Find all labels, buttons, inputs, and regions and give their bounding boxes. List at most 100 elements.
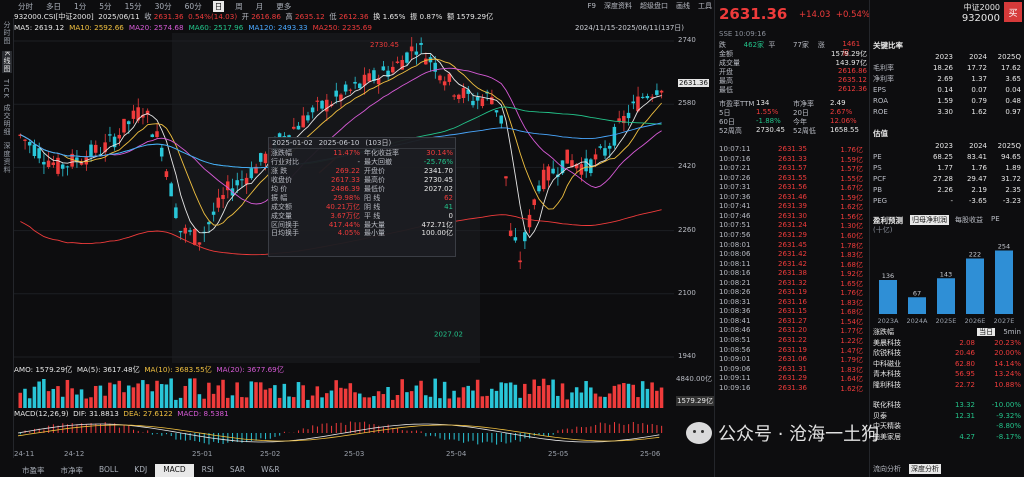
indicator-tab[interactable]: RSI: [194, 464, 222, 477]
rail-tab-profile[interactable]: 深度资料: [2, 142, 12, 174]
candle-body[interactable]: [395, 61, 400, 63]
candle-body[interactable]: [353, 81, 357, 84]
mover-row[interactable]: 隆利科技 22.72 10.88%: [873, 380, 1023, 390]
rail-tab-trades[interactable]: 成交明细: [2, 104, 12, 136]
candle-body[interactable]: [192, 228, 197, 245]
candle-body[interactable]: [645, 95, 650, 99]
mover-row[interactable]: 欣锐科技 20.46 20.00%: [873, 348, 1023, 358]
rail-tab-timeshare[interactable]: 分时图: [2, 21, 12, 45]
mover-row[interactable]: 青木科技 56.95 13.24%: [873, 369, 1023, 379]
mover-row[interactable]: 曲美家居 4.27 -8.17%: [873, 432, 1023, 442]
rail-tab-kline[interactable]: K线图: [2, 51, 12, 73]
candle-body[interactable]: [617, 118, 621, 122]
candle-body[interactable]: [655, 90, 659, 95]
indicator-tab[interactable]: 市盈率: [14, 464, 53, 477]
buy-button[interactable]: 买: [1004, 2, 1022, 22]
candle-body[interactable]: [42, 161, 46, 165]
indicator-tab[interactable]: BOLL: [91, 464, 126, 477]
candle-body[interactable]: [358, 83, 362, 89]
candle-body[interactable]: [537, 185, 541, 192]
candle-body[interactable]: [65, 166, 70, 168]
candle-body[interactable]: [60, 164, 65, 169]
candle-body[interactable]: [211, 211, 216, 215]
candle-body[interactable]: [240, 179, 244, 181]
candle-body[interactable]: [301, 115, 305, 128]
candle-body[interactable]: [546, 166, 551, 181]
profile-button[interactable]: 深度资料: [604, 1, 632, 11]
f9-button[interactable]: F9: [588, 2, 596, 10]
candle-body[interactable]: [419, 43, 423, 45]
rail-tab-tick[interactable]: TICK: [2, 79, 10, 99]
mover-row[interactable]: 中科磁业 62.80 14.14%: [873, 359, 1023, 369]
mover-row[interactable]: 联化科技 13.32 -10.00%: [873, 400, 1023, 410]
candle-body[interactable]: [296, 125, 301, 130]
candle-body[interactable]: [367, 73, 371, 82]
movers-today-button[interactable]: 当日: [977, 328, 996, 336]
period-tab[interactable]: 15分: [123, 1, 144, 12]
candle-body[interactable]: [235, 180, 239, 186]
candle-body[interactable]: [461, 88, 466, 99]
candle-body[interactable]: [409, 46, 414, 52]
candle-body[interactable]: [659, 90, 664, 93]
candle-body[interactable]: [150, 134, 155, 138]
candle-body[interactable]: [334, 90, 338, 97]
candle-body[interactable]: [612, 126, 617, 146]
candle-body[interactable]: [438, 75, 442, 81]
super-panel-button[interactable]: 超级盘口: [640, 1, 668, 11]
candle-body[interactable]: [315, 100, 320, 102]
candle-body[interactable]: [183, 227, 188, 234]
candle-body[interactable]: [122, 118, 126, 133]
candle-body[interactable]: [607, 145, 612, 149]
candle-body[interactable]: [626, 112, 631, 119]
candle-body[interactable]: [159, 147, 164, 157]
period-tab[interactable]: 周: [233, 1, 245, 12]
candle-body[interactable]: [197, 242, 202, 245]
candle-body[interactable]: [93, 144, 98, 153]
mover-row[interactable]: 美晨科技 2.08 20.23%: [873, 338, 1023, 348]
candle-body[interactable]: [551, 168, 555, 174]
candle-body[interactable]: [174, 207, 178, 219]
mover-row[interactable]: 中天精装 -8.80%: [873, 421, 1023, 431]
candle-body[interactable]: [126, 121, 131, 125]
candle-body[interactable]: [532, 199, 536, 206]
candle-body[interactable]: [405, 52, 409, 63]
candle-body[interactable]: [207, 222, 211, 225]
candle-body[interactable]: [362, 74, 367, 86]
interval-from[interactable]: 2025-01-02: [272, 139, 313, 147]
flow-analysis-tab[interactable]: 流向分析: [873, 464, 901, 474]
candle-body[interactable]: [51, 162, 56, 166]
earnings-tab[interactable]: 归母净利润: [910, 215, 949, 225]
candle-body[interactable]: [221, 194, 225, 200]
candle-body[interactable]: [518, 260, 522, 263]
candle-body[interactable]: [32, 144, 37, 157]
indicator-tab[interactable]: W&R: [253, 464, 287, 477]
candle-body[interactable]: [452, 95, 456, 97]
period-tab[interactable]: 月: [254, 1, 266, 12]
candle-body[interactable]: [164, 171, 169, 177]
candle-body[interactable]: [593, 154, 598, 160]
candle-body[interactable]: [442, 81, 447, 86]
tools-button[interactable]: 工具: [698, 1, 712, 11]
candle-body[interactable]: [640, 96, 645, 98]
candle-body[interactable]: [117, 134, 122, 139]
candle-body[interactable]: [37, 148, 41, 159]
interval-to[interactable]: 2025-06-10: [319, 139, 360, 147]
candle-body[interactable]: [244, 177, 249, 185]
candle-body[interactable]: [527, 214, 532, 228]
period-tab[interactable]: 60分: [183, 1, 204, 12]
candle-body[interactable]: [424, 58, 428, 65]
candle-body[interactable]: [188, 230, 192, 232]
candle-body[interactable]: [178, 231, 183, 233]
earnings-tab[interactable]: PE: [989, 215, 1002, 225]
period-tab[interactable]: 分时: [16, 1, 35, 12]
candle-body[interactable]: [494, 110, 499, 113]
candle-body[interactable]: [263, 153, 268, 164]
period-tab[interactable]: 多日: [44, 1, 63, 12]
candle-body[interactable]: [46, 160, 51, 167]
candle-body[interactable]: [490, 97, 494, 105]
candle-body[interactable]: [131, 110, 136, 119]
candle-body[interactable]: [320, 100, 324, 109]
candle-body[interactable]: [249, 168, 254, 179]
candle-body[interactable]: [372, 70, 376, 81]
period-tab[interactable]: 更多: [274, 1, 293, 12]
